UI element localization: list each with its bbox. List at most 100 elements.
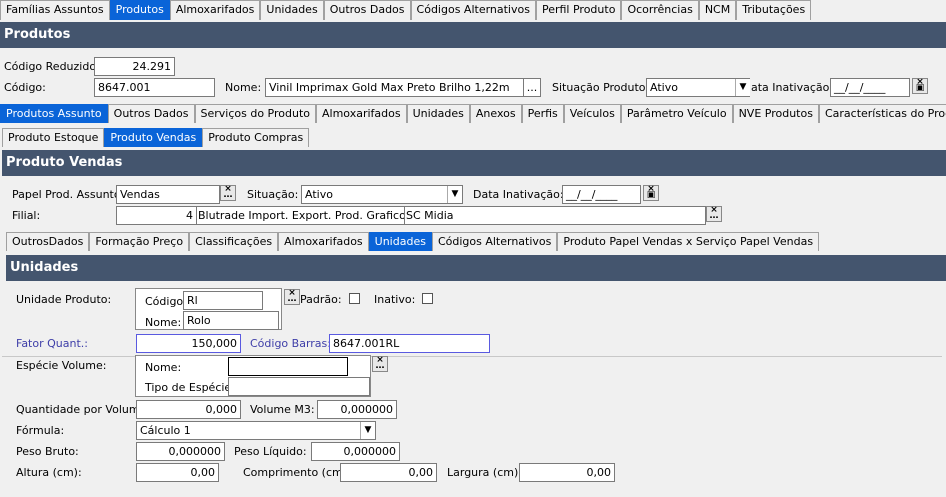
tab-produto-estoque[interactable]: Produto Estoque [2, 128, 105, 147]
tab-nve-produtos[interactable]: NVE Produtos [732, 104, 819, 123]
filial-city-field[interactable]: SC Midia [404, 206, 706, 225]
data-inativacao-label: ata Inativação: [751, 81, 834, 94]
calendar-icon[interactable]: × ▣ [643, 185, 659, 201]
especie-nome-label: Nome: [145, 361, 182, 374]
tab-servicos-produto[interactable]: Serviços do Produto [194, 104, 317, 123]
tab-produto-papel-vendas[interactable]: Produto Papel Vendas x Serviço Papel Ven… [557, 232, 820, 251]
tab-parametro-veiculo[interactable]: Parâmetro Veículo [620, 104, 733, 123]
padrao-checkbox[interactable] [349, 293, 360, 304]
comprimento-field[interactable]: 0,00 [340, 463, 437, 482]
papel-clear-button[interactable]: × … [220, 185, 236, 201]
peso-liquido-label: Peso Líquido: [234, 445, 307, 458]
unidade-nome-label: Nome: [145, 316, 182, 329]
tab-produtos[interactable]: Produtos [109, 0, 170, 20]
tab-caracteristicas-produto[interactable]: Características do Produto [818, 104, 946, 123]
volume-m3-field[interactable]: 0,000000 [317, 400, 397, 419]
codigo-reduzido-label: Código Reduzido: [4, 60, 100, 73]
unidade-clear-button[interactable]: × … [284, 289, 300, 305]
unidade-codigo-field[interactable]: Rl [183, 291, 263, 310]
tab-almoxarifados[interactable]: Almoxarifados [169, 0, 261, 20]
largura-field[interactable]: 0,00 [519, 463, 615, 482]
nome-label: Nome: [225, 81, 262, 94]
papel-field[interactable]: Vendas [116, 185, 220, 204]
especie-clear-button[interactable]: × … [372, 356, 388, 372]
qtd-volume-label: Quantidade por Volume: [16, 403, 151, 416]
tab-codigos-alternativos[interactable]: Códigos Alternativos [410, 0, 536, 20]
data-inativacao-field[interactable]: __/__/____ [830, 78, 910, 97]
tab-unidades[interactable]: Unidades [260, 0, 324, 20]
volume-m3-label: Volume M3: [250, 403, 315, 416]
fator-label: Fator Quant.: [16, 337, 88, 350]
tab-ncm[interactable]: NCM [698, 0, 737, 20]
fator-field[interactable]: 150,000 [136, 334, 241, 353]
data-inativacao2-field[interactable]: __/__/____ [562, 185, 641, 204]
padrao-label: Padrão: [300, 293, 342, 306]
ellipsis-icon: ... [526, 81, 538, 94]
tab-outrosdados[interactable]: OutrosDados [6, 232, 90, 251]
tab-formacao-preco[interactable]: Formação Preço [89, 232, 190, 251]
altura-field[interactable]: 0,00 [136, 463, 219, 482]
codigo-reduzido-field[interactable]: 24.291 [94, 57, 175, 76]
formula-value: Cálculo 1 [140, 424, 191, 437]
chevron-down-icon[interactable]: ▼ [735, 79, 750, 96]
codigo-label: Código: [4, 81, 46, 94]
tab-unidades-sub[interactable]: Unidades [406, 104, 470, 123]
tab-anexos[interactable]: Anexos [469, 104, 522, 123]
especie-label: Espécie Volume: [16, 359, 107, 372]
tab-outros-dados-sub[interactable]: Outros Dados [107, 104, 195, 123]
peso-liquido-field[interactable]: 0,000000 [311, 442, 400, 461]
tab-perfil-produto[interactable]: Perfil Produto [535, 0, 622, 20]
especie-tipo-field[interactable] [228, 377, 370, 396]
tab-codigos-alternativos-3[interactable]: Códigos Alternativos [431, 232, 558, 251]
data-inativacao2-label: Data Inativação: [473, 188, 564, 201]
filial-number-field[interactable]: 4 [116, 206, 197, 225]
codigo-barras-field[interactable]: 8647.001RL [329, 334, 490, 353]
nome-field[interactable]: Vinil Imprimax Gold Max Preto Brilho 1,2… [265, 78, 524, 97]
tab-almoxarifados-3[interactable]: Almoxarifados [278, 232, 369, 251]
situacao-produto-value: Ativo [650, 81, 678, 94]
unidade-produto-label: Unidade Produto: [16, 293, 112, 306]
filial-clear-button[interactable]: × … [706, 206, 722, 222]
tab-outros-dados[interactable]: Outros Dados [323, 0, 411, 20]
situacao-label: Situação: [247, 188, 299, 201]
sub-tabs: Produtos Assunto Outros Dados Serviços d… [0, 104, 946, 123]
peso-bruto-label: Peso Bruto: [16, 445, 79, 458]
calendar-icon[interactable]: × ▣ [912, 78, 928, 94]
tab-produto-compras[interactable]: Produto Compras [202, 128, 310, 147]
page-title: Produtos [0, 22, 946, 48]
tab-unidades-3[interactable]: Unidades [368, 232, 432, 251]
chevron-down-icon[interactable]: ▼ [447, 186, 462, 203]
tab-perfis[interactable]: Perfis [521, 104, 564, 123]
qtd-volume-field[interactable]: 0,000 [136, 400, 241, 419]
altura-label: Altura (cm): [16, 466, 82, 479]
comprimento-label: Comprimento (cm): [243, 466, 351, 479]
tab-tributacoes[interactable]: Tributações [736, 0, 812, 20]
formula-label: Fórmula: [16, 424, 65, 437]
section-title-unidades: Unidades [6, 255, 946, 281]
top-tabs: Famílias Assuntos Produtos Almoxarifados… [0, 0, 812, 20]
tab-classificacoes[interactable]: Classificações [189, 232, 279, 251]
chevron-down-icon[interactable]: ▼ [360, 422, 375, 439]
tab-produtos-assunto[interactable]: Produtos Assunto [0, 104, 108, 123]
codigo-field[interactable]: 8647.001 [94, 78, 215, 97]
inativo-label: Inativo: [374, 293, 416, 306]
situacao-produto-label: Situação Produto: [552, 81, 650, 94]
tab-ocorrencias[interactable]: Ocorrências [621, 0, 699, 20]
inativo-checkbox[interactable] [422, 293, 433, 304]
formula-select[interactable]: Cálculo 1 [136, 421, 376, 440]
unidade-codigo-label: Código: [145, 295, 187, 308]
unidade-nome-field[interactable]: Rolo [183, 311, 279, 330]
peso-bruto-field[interactable]: 0,000000 [136, 442, 225, 461]
section-title-produto-vendas: Produto Vendas [2, 150, 946, 176]
tab-produto-vendas[interactable]: Produto Vendas [104, 128, 203, 147]
codigo-barras-label: Código Barras: [250, 337, 331, 350]
especie-nome-field[interactable] [228, 357, 348, 376]
tab-familias-assuntos[interactable]: Famílias Assuntos [0, 0, 110, 20]
nome-lookup-button[interactable]: ... [523, 78, 541, 97]
tab-veiculos[interactable]: Veículos [563, 104, 621, 123]
filial-label: Filial: [12, 209, 41, 222]
tab-almoxarifados-sub[interactable]: Almoxarifados [316, 104, 407, 123]
especie-tipo-label: Tipo de Espécie: [145, 381, 235, 394]
situacao-select[interactable]: Ativo [301, 185, 463, 204]
filial-name-field[interactable]: Blutrade Import. Export. Prod. Graficos … [196, 206, 405, 225]
